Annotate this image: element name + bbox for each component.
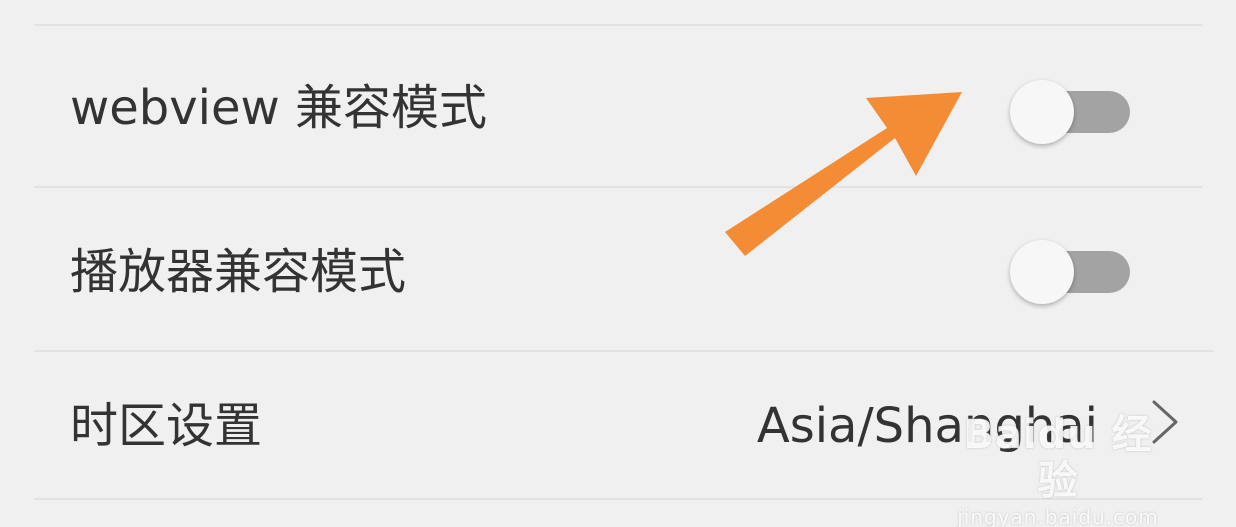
watermark-url: jingyan.baidu.com bbox=[957, 505, 1159, 527]
toggle-knob bbox=[1010, 240, 1074, 304]
player-compat-label: 播放器兼容模式 bbox=[70, 244, 407, 300]
divider-1 bbox=[34, 186, 1202, 188]
watermark-brand: Baidu 经验 bbox=[963, 412, 1153, 504]
webview-compat-toggle[interactable] bbox=[1010, 80, 1130, 144]
player-compat-toggle[interactable] bbox=[1010, 240, 1130, 304]
baidu-jingyan-watermark: Baidu 经验 jingyan.baidu.com bbox=[948, 412, 1168, 527]
timezone-label: 时区设置 bbox=[70, 398, 263, 454]
toggle-knob bbox=[1010, 80, 1074, 144]
webview-compat-label: webview 兼容模式 bbox=[70, 80, 488, 136]
divider-top bbox=[34, 24, 1202, 26]
divider-2 bbox=[34, 350, 1214, 352]
